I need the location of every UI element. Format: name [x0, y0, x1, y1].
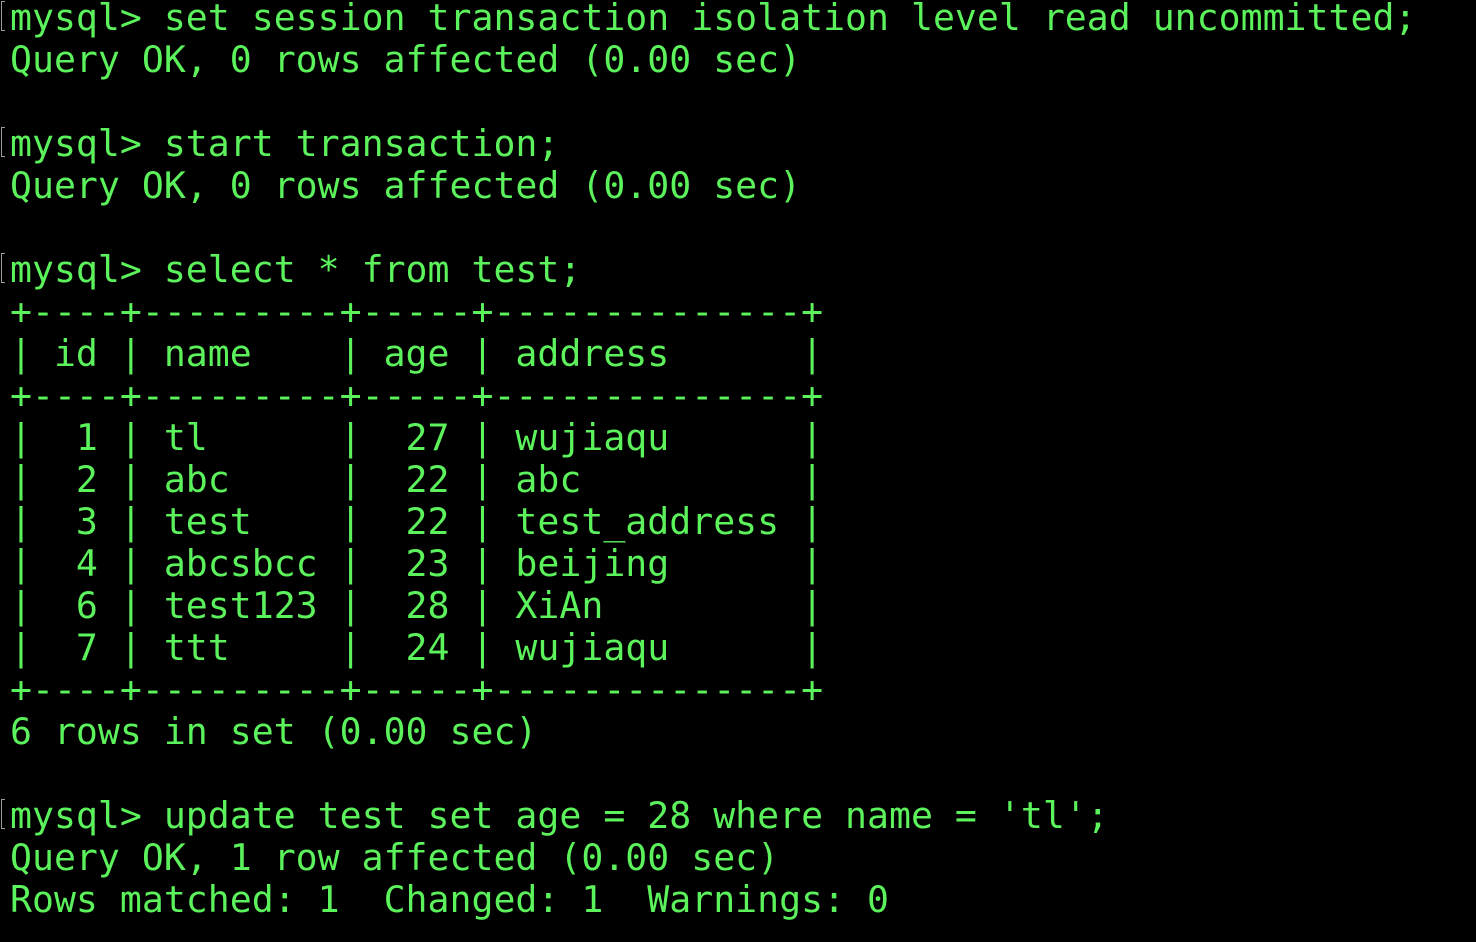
output-line: Query OK, 1 row affected (0.00 sec) [10, 836, 780, 879]
command-text: set session transaction isolation level … [163, 0, 1417, 39]
output-line: Query OK, 0 rows affected (0.00 sec) [10, 38, 802, 81]
command-line: mysql> set session transaction isolation… [1, 0, 1476, 39]
table-border: +----+---------+-----+--------------+ [10, 290, 824, 333]
output-line: Query OK, 0 rows affected (0.00 sec) [10, 164, 802, 207]
prompt-marker-icon [1, 253, 5, 283]
prompt: mysql> [10, 794, 164, 837]
table-row: | 4 | abcsbcc | 23 | beijing | [10, 542, 824, 585]
prompt: mysql> [10, 122, 164, 165]
table-border: +----+---------+-----+--------------+ [10, 374, 824, 417]
command-line: mysql> start transaction; [1, 122, 1476, 165]
command-text: start transaction; [163, 122, 560, 165]
output-line: Rows matched: 1 Changed: 1 Warnings: 0 [10, 878, 889, 921]
command-text: update test set age = 28 where name = 't… [163, 794, 1109, 837]
prompt: mysql> [10, 0, 164, 39]
command-text: select * from test; [163, 248, 582, 291]
table-row: | 1 | tl | 27 | wujiaqu | [10, 416, 824, 459]
prompt-marker-icon [1, 799, 5, 829]
table-border: +----+---------+-----+--------------+ [10, 668, 824, 711]
prompt-marker-icon [1, 127, 5, 157]
table-row: | 6 | test123 | 28 | XiAn | [10, 584, 824, 627]
prompt-marker-icon [1, 1, 5, 31]
table-header-row: | id | name | age | address | [10, 332, 824, 375]
table-row: | 7 | ttt | 24 | wujiaqu | [10, 626, 824, 669]
prompt: mysql> [10, 248, 164, 291]
output-line: 6 rows in set (0.00 sec) [10, 710, 538, 753]
table-row: | 3 | test | 22 | test_address | [10, 500, 824, 543]
command-line: mysql> update test set age = 28 where na… [1, 794, 1476, 837]
command-line: mysql> select * from test; [1, 248, 1476, 291]
terminal-window[interactable]: mysql> set session transaction isolation… [0, 0, 1476, 939]
table-row: | 2 | abc | 22 | abc | [10, 458, 824, 501]
